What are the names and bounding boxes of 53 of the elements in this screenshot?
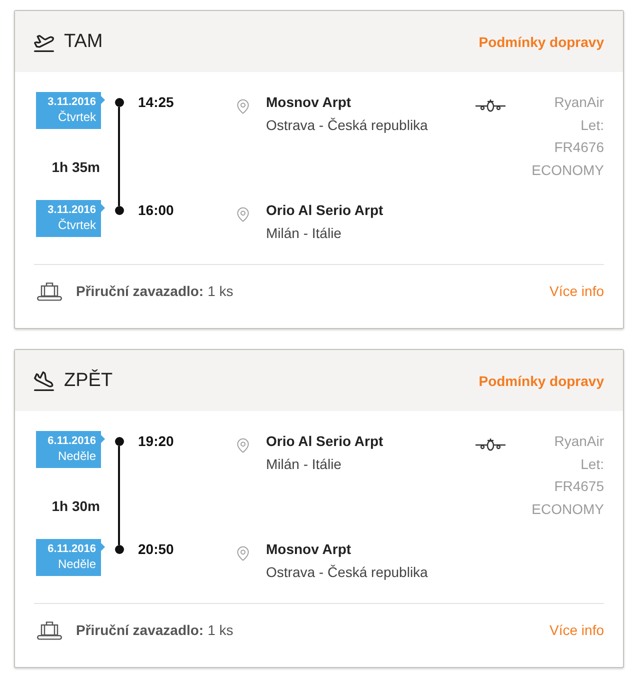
city-country: Milán - Itálie: [266, 455, 342, 474]
date-text: 3.11.2016: [48, 95, 96, 110]
airplane-front-icon: [474, 438, 506, 451]
city-country: Ostrava - Česká republika: [266, 116, 428, 135]
city-country: Milán - Itálie: [266, 224, 342, 243]
city-country: Ostrava - Česká republika: [266, 563, 428, 582]
flight-label: Let:: [580, 454, 604, 474]
flight-number: FR4676: [554, 138, 604, 158]
map-pin-icon: [235, 205, 251, 224]
flight-time: 19:20: [137, 432, 175, 451]
more-info-link[interactable]: Více info: [550, 622, 604, 638]
segment-title: TAM: [64, 30, 104, 52]
more-info-link[interactable]: Více info: [550, 283, 604, 299]
map-pin-icon: [235, 97, 251, 116]
flight-label: Let:: [580, 116, 604, 135]
conditions-link[interactable]: Podmínky dopravy: [478, 372, 604, 388]
conditions-link[interactable]: Podmínky dopravy: [478, 34, 604, 50]
baggage-label: Přiruční zavazadlo:: [76, 622, 204, 638]
date-text: 6.11.2016: [48, 542, 96, 557]
cabin-class: ECONOMY: [532, 160, 604, 180]
airport-name: Orio Al Serio Arpt: [266, 432, 384, 451]
dot-icon: [114, 206, 124, 215]
airport-name: Orio Al Serio Arpt: [266, 201, 384, 220]
dot-icon: [114, 98, 124, 107]
airplane-front-icon: [474, 99, 506, 112]
segment-title: ZPĚT: [64, 370, 114, 392]
date-text: 6.11.2016: [48, 434, 96, 449]
weekday-text: Čtvrtek: [58, 110, 96, 125]
flight-time: 16:00: [137, 201, 175, 220]
map-pin-icon: [235, 544, 251, 563]
baggage-value: 1 ks: [208, 283, 234, 299]
dot-icon: [114, 545, 124, 554]
weekday-text: Čtvrtek: [58, 218, 96, 233]
map-pin-icon: [235, 436, 251, 455]
baggage-value: 1 ks: [208, 622, 234, 638]
suitcase-icon: [37, 282, 62, 300]
cabin-class: ECONOMY: [532, 500, 604, 519]
flight-time: 14:25: [137, 93, 175, 112]
airport-name: Mosnov Arpt: [266, 540, 352, 559]
flight-number: FR4675: [554, 477, 604, 496]
date-text: 3.11.2016: [48, 203, 96, 218]
airline-name: RyanAir: [554, 432, 604, 451]
weekday-text: Neděle: [58, 449, 96, 464]
suitcase-icon: [37, 620, 62, 640]
airline-name: RyanAir: [554, 93, 604, 112]
dot-icon: [114, 437, 124, 446]
flight-time: 20:50: [137, 540, 175, 559]
airport-name: Mosnov Arpt: [266, 93, 352, 112]
plane-landing-icon: [33, 370, 55, 392]
weekday-text: Neděle: [58, 557, 96, 572]
flight-duration: 1h 30m: [52, 498, 100, 514]
baggage-label: Přiruční zavazadlo:: [76, 283, 204, 299]
flight-duration: 1h 35m: [52, 158, 100, 174]
